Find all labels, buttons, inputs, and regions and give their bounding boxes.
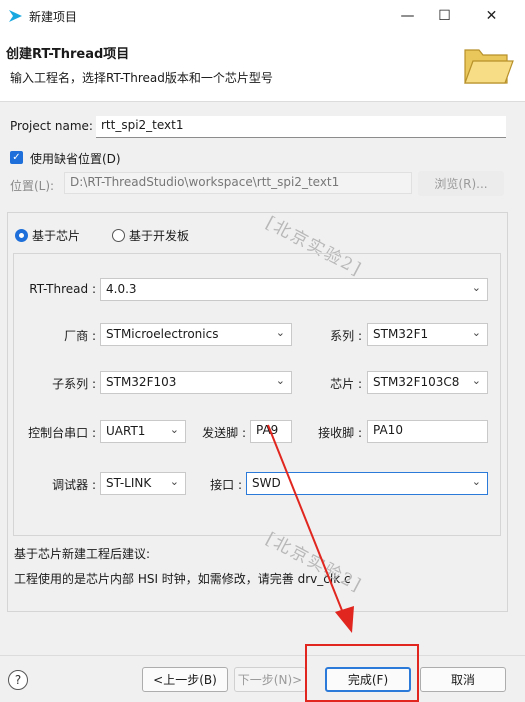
annotation-arrow — [267, 424, 354, 633]
annotation-highlight — [305, 644, 419, 702]
help-icon[interactable]: ? — [8, 670, 28, 690]
next-button[interactable]: 下一步(N)> — [234, 667, 306, 692]
back-button[interactable]: <上一步(B) — [142, 667, 228, 692]
cancel-button[interactable]: 取消 — [420, 667, 506, 692]
